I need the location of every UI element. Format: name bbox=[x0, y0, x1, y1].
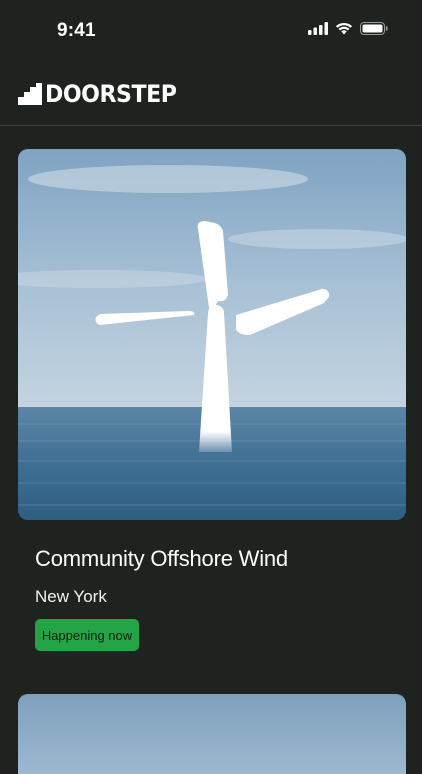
status-time: 9:41 bbox=[57, 20, 96, 41]
app-header: DOORSTEP bbox=[0, 64, 422, 126]
brand-logo[interactable]: DOORSTEP bbox=[18, 80, 188, 108]
status-badge: Happening now bbox=[35, 619, 139, 651]
stairs-logo-icon bbox=[18, 83, 42, 105]
wifi-icon bbox=[336, 22, 352, 35]
status-bar: 9:41 bbox=[0, 0, 422, 64]
battery-icon bbox=[360, 22, 388, 35]
brand-name: DOORSTEP bbox=[45, 80, 177, 108]
signal-icon bbox=[308, 22, 328, 35]
card-location: New York bbox=[35, 587, 107, 606]
project-card[interactable] bbox=[18, 149, 406, 520]
offshore-wind-turbine-image bbox=[18, 149, 406, 520]
card-title[interactable]: Community Offshore Wind bbox=[35, 546, 288, 572]
status-icons bbox=[308, 22, 388, 35]
project-image bbox=[18, 694, 406, 774]
project-card[interactable] bbox=[18, 694, 406, 774]
